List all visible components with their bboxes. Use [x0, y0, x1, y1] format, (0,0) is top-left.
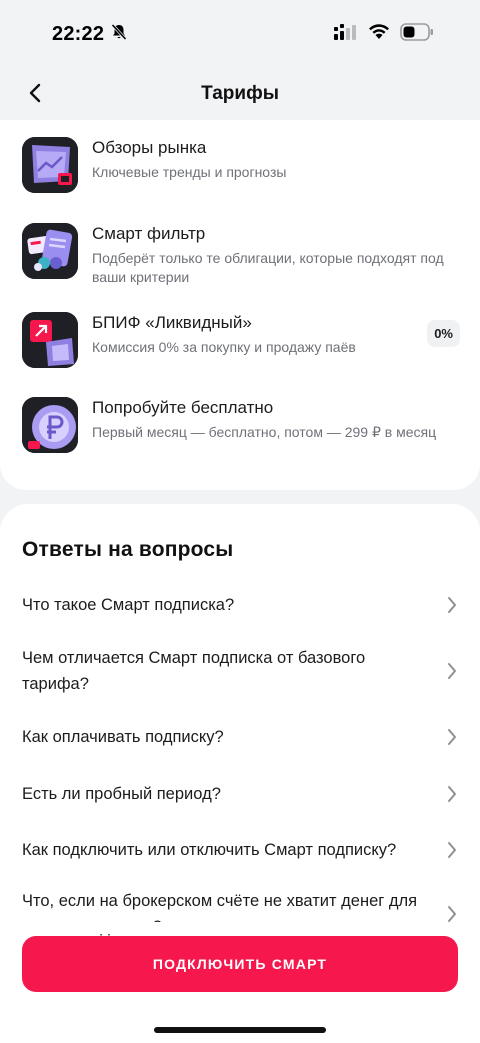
feature-free-trial[interactable]: Попробуйте бесплатно Первый месяц — бесп…: [22, 397, 462, 453]
chevron-right-icon: [444, 840, 460, 860]
faq-question: Как оплачивать подписку?: [22, 728, 224, 746]
ruble-coin-icon: [22, 397, 78, 453]
faq-item[interactable]: Как подключить или отключить Смарт подпи…: [22, 837, 460, 863]
feature-title: Обзоры рынка: [92, 138, 207, 157]
chevron-left-icon: [28, 83, 42, 108]
battery-icon: [400, 22, 434, 46]
chevron-right-icon: [444, 595, 460, 615]
feature-text: Попробуйте бесплатно Первый месяц — бесп…: [92, 397, 462, 442]
feature-text: Смарт фильтр Подберёт только те облигаци…: [92, 223, 462, 287]
chart-window-icon: [22, 137, 78, 193]
faq-question: Есть ли пробный период?: [22, 785, 221, 803]
percent-badge: 0%: [427, 320, 460, 347]
faq-item[interactable]: Чем отличается Смарт подписка от базовог…: [22, 645, 460, 697]
arrow-box-icon: [22, 312, 78, 368]
feature-text: БПИФ «Ликвидный» Комиссия 0% за покупку …: [92, 312, 462, 357]
feature-subtitle: Ключевые тренды и прогнозы: [92, 164, 287, 180]
nav-bar: Тарифы: [0, 68, 480, 120]
chevron-right-icon: [444, 904, 460, 924]
feature-subtitle: Комиссия 0% за покупку и продажу паёв: [92, 339, 356, 355]
connect-smart-button[interactable]: ПОДКЛЮЧИТЬ СМАРТ: [22, 936, 458, 992]
feature-bpif-liquid[interactable]: БПИФ «Ликвидный» Комиссия 0% за покупку …: [22, 312, 462, 368]
status-left: 22:22: [52, 23, 128, 46]
chevron-right-icon: [444, 784, 460, 804]
feature-title: Попробуйте бесплатно: [92, 398, 274, 417]
status-right: [334, 22, 434, 46]
feature-market-reviews[interactable]: Обзоры рынка Ключевые тренды и прогнозы: [22, 137, 462, 193]
faq-heading: Ответы на вопросы: [22, 538, 234, 561]
feature-smart-filter[interactable]: Смарт фильтр Подберёт только те облигаци…: [22, 223, 462, 287]
page-title: Тарифы: [201, 83, 279, 104]
features-card: Обзоры рынка Ключевые тренды и прогнозы …: [0, 120, 480, 490]
faq-question: Как подключить или отключить Смарт подпи…: [22, 841, 397, 859]
chevron-right-icon: [444, 661, 460, 681]
status-bar: 22:22: [0, 0, 480, 68]
bell-slash-icon: [110, 23, 128, 46]
faq-question: Чем отличается Смарт подписка от базовог…: [22, 649, 366, 693]
cellular-signal-icon: [334, 23, 358, 45]
status-time: 22:22: [52, 22, 105, 45]
faq-question: Что такое Смарт подписка?: [22, 596, 235, 614]
wifi-icon: [368, 23, 390, 45]
feature-subtitle: Первый месяц — бесплатно, потом — 299 ₽ …: [92, 424, 437, 440]
home-indicator: [154, 1027, 326, 1033]
feature-title: БПИФ «Ликвидный»: [92, 313, 252, 332]
faq-item[interactable]: Что такое Смарт подписка?: [22, 592, 460, 618]
faq-item[interactable]: Как оплачивать подписку?: [22, 724, 460, 750]
feature-title: Смарт фильтр: [92, 224, 206, 243]
feature-subtitle: Подберёт только те облигации, которые по…: [92, 250, 444, 285]
filter-cards-icon: [22, 223, 78, 279]
faq-scroll-clip: [0, 922, 480, 934]
faq-item[interactable]: Есть ли пробный период?: [22, 781, 460, 807]
chevron-right-icon: [444, 727, 460, 747]
feature-text: Обзоры рынка Ключевые тренды и прогнозы: [92, 137, 462, 182]
back-button[interactable]: [20, 80, 50, 110]
